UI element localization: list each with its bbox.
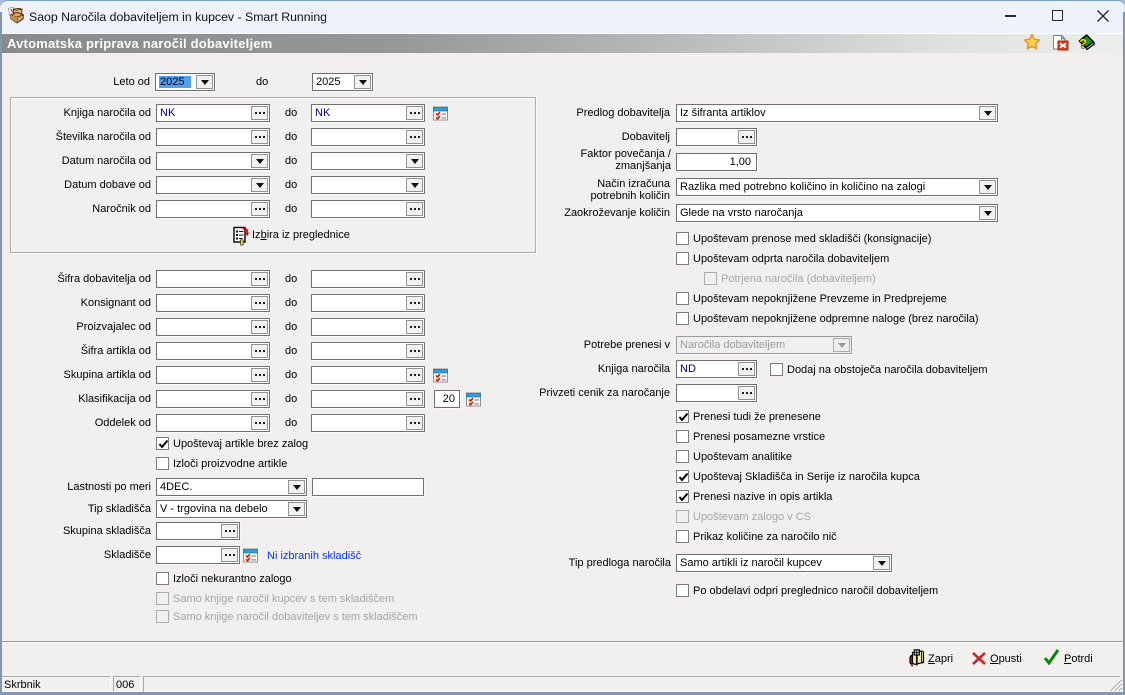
svg-text:?: ? [1079,36,1087,51]
